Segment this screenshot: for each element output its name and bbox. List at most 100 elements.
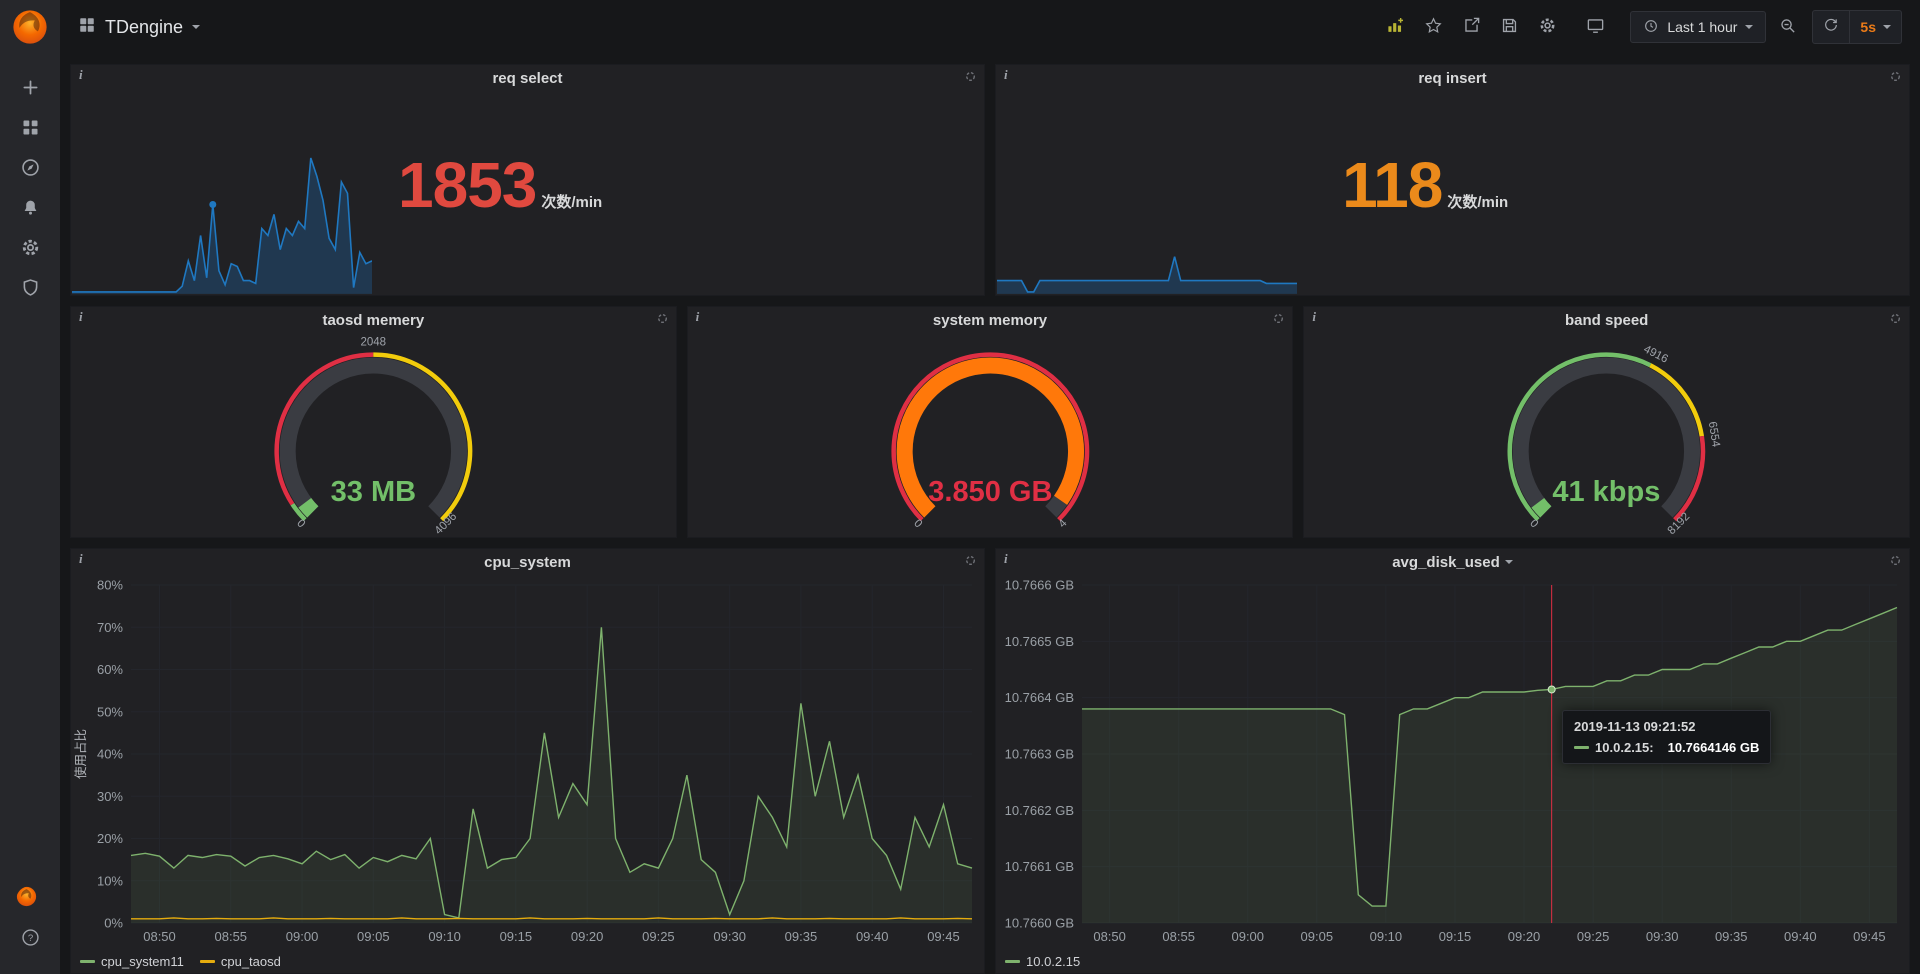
- legend-label: 10.0.2.15: [1026, 954, 1080, 969]
- svg-text:09:35: 09:35: [785, 929, 818, 944]
- panel-req-select: req select 1853 次数/min: [70, 64, 985, 296]
- sidebar-item-dashboards[interactable]: [11, 110, 49, 150]
- panel-header-req-select[interactable]: req select: [71, 65, 984, 91]
- svg-text:2048: 2048: [361, 337, 387, 349]
- tv-mode-icon: [1586, 16, 1605, 38]
- refresh-icon: [1823, 17, 1839, 38]
- zoom-out-button[interactable]: [1770, 12, 1804, 42]
- svg-text:10.7664 GB: 10.7664 GB: [1005, 690, 1074, 705]
- navbar: TDengine: [60, 0, 1920, 54]
- svg-text:33 MB: 33 MB: [331, 476, 416, 508]
- panel-title[interactable]: cpu_system: [484, 554, 571, 571]
- shield-icon: [20, 277, 41, 303]
- svg-text:09:00: 09:00: [1231, 929, 1264, 944]
- panel-body: 043.850 GB: [688, 333, 1293, 537]
- svg-text:09:30: 09:30: [713, 929, 746, 944]
- panel-loading-spinner-icon: [1889, 554, 1902, 572]
- stat-value-group: 1853 次数/min: [398, 153, 602, 217]
- sidebar-item-explore[interactable]: [11, 150, 49, 190]
- svg-text:09:40: 09:40: [1784, 929, 1817, 944]
- panel-info-icon[interactable]: [79, 309, 83, 325]
- svg-text:41 kbps: 41 kbps: [1553, 476, 1661, 508]
- time-range-picker[interactable]: Last 1 hour: [1630, 11, 1766, 43]
- svg-text:10.7663 GB: 10.7663 GB: [1005, 747, 1074, 762]
- svg-text:50%: 50%: [97, 704, 123, 719]
- dashboard-title[interactable]: TDengine: [105, 17, 183, 38]
- svg-text:09:15: 09:15: [1439, 929, 1472, 944]
- panel-header-avg-disk-used[interactable]: avg_disk_used: [996, 549, 1909, 575]
- sidebar-item-server-admin[interactable]: [11, 270, 49, 310]
- svg-text:4: 4: [1056, 517, 1069, 530]
- gear-icon: [1538, 16, 1557, 38]
- refresh-interval-dropdown[interactable]: 5s: [1849, 11, 1901, 43]
- dashboard-picker[interactable]: TDengine: [78, 16, 200, 39]
- cpu-system-line-chart[interactable]: 0%10%20%30%40%50%60%70%80%08:5008:5509:0…: [71, 575, 984, 949]
- panel-body: 0%10%20%30%40%50%60%70%80%08:5008:5509:0…: [71, 575, 984, 973]
- legend-item-cpu-system11[interactable]: cpu_system11: [80, 954, 184, 969]
- panel-title[interactable]: req select: [492, 70, 562, 87]
- add-panel-button[interactable]: [1378, 12, 1412, 42]
- svg-text:70%: 70%: [97, 620, 123, 635]
- panel-header-cpu-system[interactable]: cpu_system: [71, 549, 984, 575]
- legend-label: cpu_taosd: [221, 954, 281, 969]
- sidebar-item-create[interactable]: [11, 70, 49, 110]
- panel-header-band-speed[interactable]: band speed: [1304, 307, 1909, 333]
- refresh-button[interactable]: [1813, 11, 1849, 43]
- star-button[interactable]: [1416, 12, 1450, 42]
- svg-text:10.7666 GB: 10.7666 GB: [1005, 578, 1074, 593]
- stat-value: 1853: [398, 153, 536, 217]
- panel-system-memory: system memory 043.850 GB: [687, 306, 1294, 538]
- sidebar-item-help[interactable]: ?: [11, 920, 49, 960]
- dashboard-row-1: req select 1853 次数/min req insert: [70, 64, 1910, 296]
- panel-info-icon[interactable]: [79, 67, 83, 83]
- chevron-down-icon: [1505, 560, 1513, 564]
- svg-text:6554: 6554: [1706, 421, 1722, 449]
- panel-title[interactable]: avg_disk_used: [1392, 554, 1500, 571]
- dashboard-grid: req select 1853 次数/min req insert: [60, 54, 1920, 974]
- zoom-out-icon: [1778, 16, 1797, 38]
- app-root: ? TDengine: [0, 0, 1920, 974]
- dashboard-settings-button[interactable]: [1530, 12, 1564, 42]
- panel-header-system-memory[interactable]: system memory: [688, 307, 1293, 333]
- panel-header-taosd-memory[interactable]: taosd memery: [71, 307, 676, 333]
- panel-info-icon[interactable]: [1312, 309, 1316, 325]
- panel-info-icon[interactable]: [1004, 551, 1008, 567]
- star-icon: [1424, 16, 1443, 38]
- grafana-logo[interactable]: [9, 6, 51, 48]
- panel-info-icon[interactable]: [1004, 67, 1008, 83]
- side-menu: ?: [0, 0, 60, 974]
- avg-disk-used-line-chart[interactable]: 10.7660 GB10.7661 GB10.7662 GB10.7663 GB…: [996, 575, 1909, 949]
- help-icon: ?: [20, 927, 41, 953]
- sidebar-item-configuration[interactable]: [11, 230, 49, 270]
- legend-item-cpu-taosd[interactable]: cpu_taosd: [200, 954, 281, 969]
- tv-mode-button[interactable]: [1578, 12, 1612, 42]
- panel-body: 1853 次数/min: [71, 91, 984, 295]
- share-button[interactable]: [1454, 12, 1488, 42]
- chevron-down-icon: [192, 25, 200, 29]
- panel-info-icon[interactable]: [79, 551, 83, 567]
- panel-title[interactable]: req insert: [1418, 70, 1486, 87]
- panel-title[interactable]: taosd memery: [322, 312, 424, 329]
- svg-text:09:35: 09:35: [1715, 929, 1748, 944]
- sidebar-item-alerting[interactable]: [11, 190, 49, 230]
- svg-text:0%: 0%: [104, 916, 123, 931]
- panel-req-insert: req insert 118 次数/min: [995, 64, 1910, 296]
- panel-loading-spinner-icon: [964, 70, 977, 88]
- panel-info-icon[interactable]: [696, 309, 700, 325]
- legend-item-host[interactable]: 10.0.2.15: [1005, 954, 1080, 969]
- main-area: TDengine: [60, 0, 1920, 974]
- svg-text:09:25: 09:25: [1577, 929, 1610, 944]
- time-range-label: Last 1 hour: [1667, 19, 1737, 35]
- compass-icon: [20, 157, 41, 183]
- panel-header-req-insert[interactable]: req insert: [996, 65, 1909, 91]
- save-button[interactable]: [1492, 12, 1526, 42]
- dashboard-row-2: taosd memery 02048409633 MB system memor…: [70, 306, 1910, 538]
- tooltip-value: 10.7664146 GB: [1668, 740, 1760, 755]
- dashboard-grid-icon: [78, 16, 96, 39]
- save-icon: [1500, 16, 1519, 38]
- chart-tooltip: 2019-11-13 09:21:52 10.0.2.15: 10.766414…: [1562, 710, 1771, 764]
- sidebar-item-profile[interactable]: [11, 880, 49, 920]
- panel-title[interactable]: band speed: [1565, 312, 1648, 329]
- svg-text:09:10: 09:10: [1370, 929, 1403, 944]
- panel-title[interactable]: system memory: [933, 312, 1047, 329]
